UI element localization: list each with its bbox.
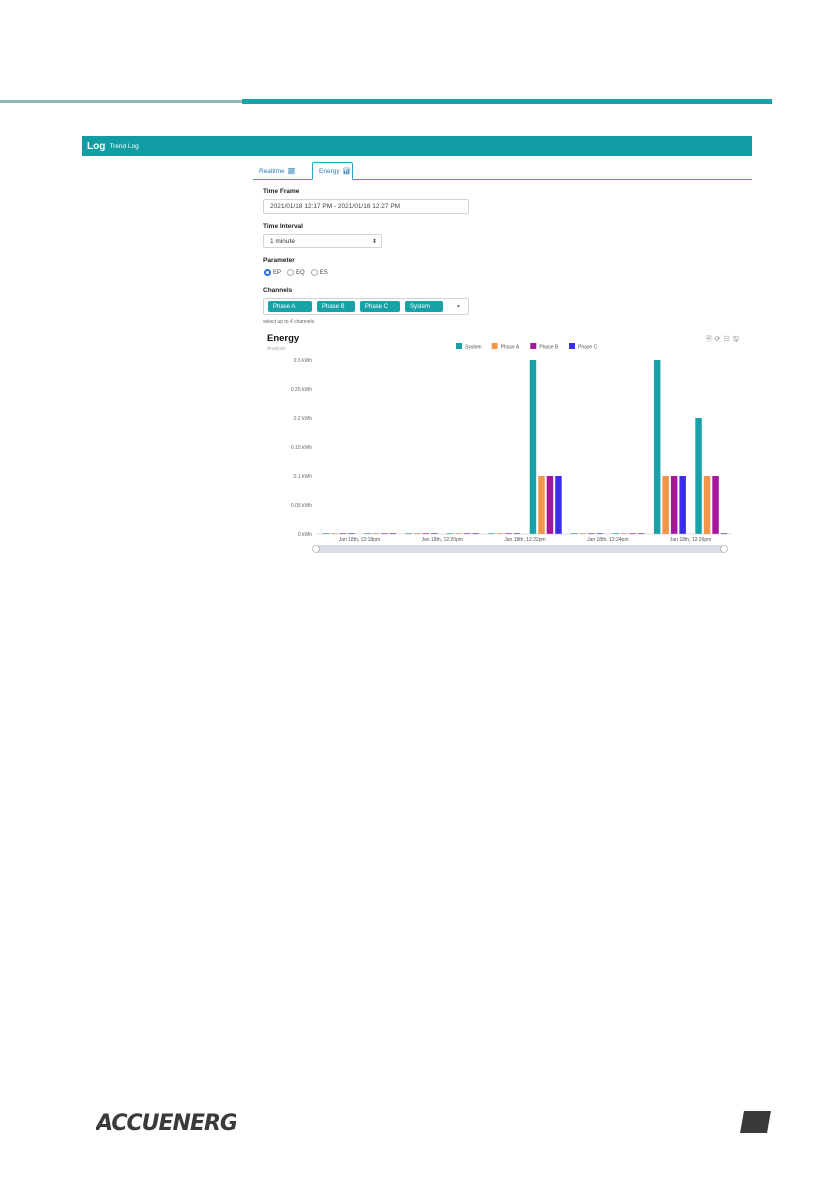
y-tick-label: 0.1 kWh — [294, 474, 313, 480]
time-interval-value: 1 minute — [270, 237, 295, 245]
parameter-radio-group: EP EQ ES — [264, 269, 334, 276]
channels-select[interactable]: Phase A Phase B Phase C System ▾ — [263, 298, 469, 315]
channel-chip-phase-b[interactable]: Phase B — [317, 301, 355, 312]
legend-swatch — [456, 343, 462, 349]
radio-es-label: ES — [319, 269, 328, 276]
select-caret-icon: ⬍ — [371, 238, 377, 245]
legend-label: Phase C — [578, 345, 598, 351]
zoom-handle-left — [312, 545, 320, 553]
energy-chart: System Phase A Phase B Phase C 0.3 kWh 0.25 k… — [291, 343, 732, 553]
radio-ep[interactable]: EP — [264, 269, 281, 276]
legend-label: Phase B — [539, 345, 559, 351]
bar — [555, 476, 562, 534]
time-frame-label: Time Frame — [263, 188, 300, 195]
y-tick-label: 0.25 kWh — [291, 387, 312, 393]
tab-bar: Realtime 📈︎ Energy 📊︎ — [253, 162, 752, 180]
y-tick-label: 0.15 kWh — [291, 445, 312, 451]
legend-label: Phase A — [501, 345, 520, 351]
radio-ep-label: EP — [273, 269, 282, 276]
channels-label: Channels — [263, 287, 293, 294]
bar — [538, 476, 545, 534]
chevron-down-icon: ▾ — [456, 304, 460, 310]
radio-eq-button[interactable] — [287, 269, 295, 276]
bar — [712, 476, 719, 534]
time-frame-value: 2021/01/18 12:17 PM - 2021/01/18 12:27 P… — [270, 203, 401, 210]
accuenergy-logo: ACCUENERGY — [96, 1111, 236, 1136]
time-interval-label: Time Interval — [263, 223, 303, 230]
zoom-handle-right — [720, 545, 728, 553]
channel-chip-phase-a[interactable]: Phase A — [268, 301, 312, 312]
radio-eq-label: EQ — [296, 269, 305, 276]
legend-swatch — [569, 343, 575, 349]
legend-swatch — [530, 343, 537, 349]
bar — [529, 360, 537, 534]
zoom-slider-track — [316, 545, 724, 553]
bar — [653, 360, 661, 534]
bar-chart-icon: 📊︎ — [342, 168, 351, 175]
x-tick-label: Jan 18th, 12:18pm — [339, 537, 380, 543]
x-tick-label: Jan 18th, 12:20pm — [421, 537, 462, 543]
x-tick-label: Jan 18th, 12:22pm — [504, 537, 545, 543]
radio-es[interactable]: ES — [310, 269, 328, 276]
top-rule-accent — [242, 99, 772, 104]
bar — [546, 476, 554, 534]
y-tick-label: 0.3 kWh — [294, 358, 313, 364]
tab-realtime[interactable]: Realtime 📈︎ — [253, 162, 301, 180]
area-chart-icon: 📈︎ — [287, 168, 296, 175]
svg-text:ACCUENERGY: ACCUENERGY — [96, 1111, 236, 1136]
top-rule — [0, 100, 242, 103]
tab-realtime-label: Realtime — [259, 167, 285, 175]
parameter-label: Parameter — [263, 257, 295, 264]
bar — [703, 476, 711, 534]
legend-swatch — [491, 343, 498, 349]
radio-eq[interactable]: EQ — [287, 269, 305, 276]
y-tick-label: 0 kWh — [298, 532, 312, 538]
time-frame-input[interactable]: 2021/01/18 12:17 PM - 2021/01/18 12:27 P… — [263, 199, 469, 214]
channel-chip-system[interactable]: System — [405, 301, 443, 312]
channel-chip-phase-c[interactable]: Phase C — [360, 301, 400, 312]
radio-ep-button[interactable] — [264, 269, 271, 276]
y-tick-label: 0.05 kWh — [291, 503, 312, 509]
x-tick-label: Jan 18th, 12:24pm — [587, 537, 628, 543]
legend-label: System — [465, 345, 482, 351]
bar — [662, 476, 669, 534]
tab-energy[interactable]: Energy 📊︎ — [312, 162, 353, 180]
y-tick-label: 0.2 kWh — [294, 416, 313, 422]
log-header-bar: Log Trend Log — [82, 136, 752, 156]
radio-es-button[interactable] — [310, 269, 318, 276]
tab-energy-label: Energy — [319, 167, 340, 175]
time-interval-select[interactable]: 1 minute ⬍ — [263, 234, 382, 248]
page-number-box — [740, 1111, 771, 1133]
bar — [679, 476, 686, 534]
channels-helper-text: select up to 4 channels — [263, 319, 315, 325]
bar — [670, 476, 678, 534]
log-subtitle: Trend Log — [109, 142, 139, 150]
x-tick-label: Jan 18th, 12:26pm — [670, 537, 711, 543]
bar — [695, 418, 702, 534]
log-title: Log — [87, 140, 106, 152]
